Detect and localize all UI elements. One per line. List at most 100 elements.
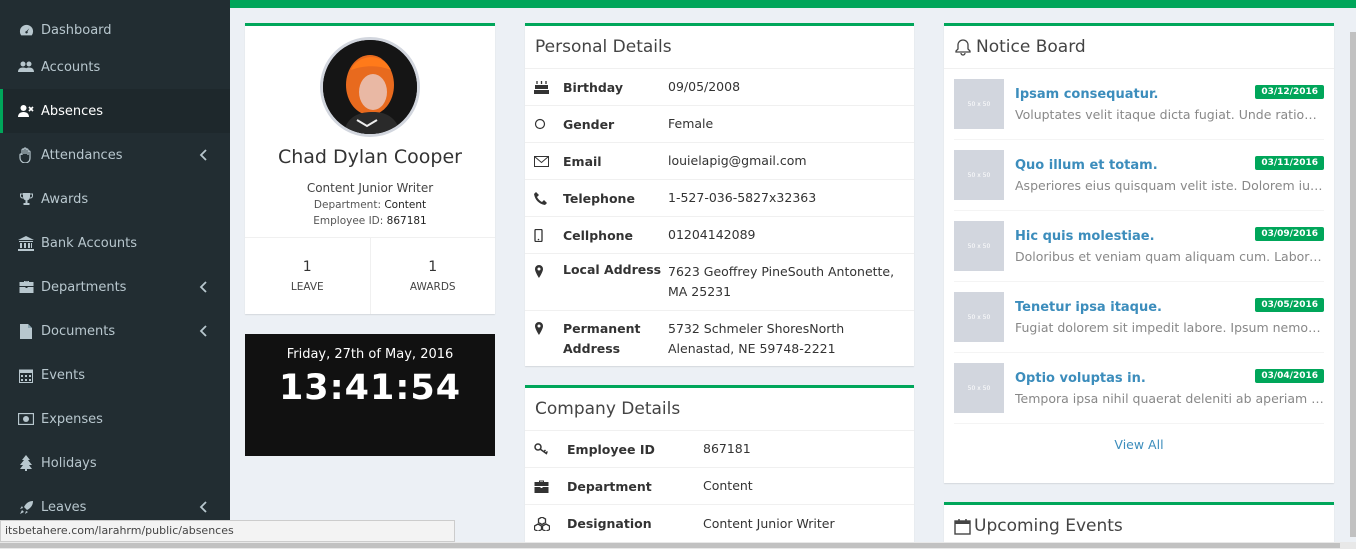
sidebar-item-dashboard[interactable]: Dashboard — [0, 15, 230, 45]
map-marker-icon — [525, 319, 563, 335]
map-marker-icon — [525, 262, 563, 278]
sidebar-item-expenses[interactable]: Expenses — [0, 397, 230, 441]
detail-row-local-address: Local Address 7623 Geoffrey PineSouth An… — [525, 254, 914, 311]
personal-details-title: Personal Details — [525, 26, 914, 69]
sidebar: Dashboard Accounts Absences Attendances … — [0, 0, 230, 549]
rocket-icon — [18, 499, 34, 515]
sidebar-item-holidays[interactable]: Holidays — [0, 441, 230, 485]
notice-board-title: Notice Board — [976, 37, 1086, 57]
detail-row-telephone: Telephone 1-527-036-5827x32363 — [525, 180, 914, 217]
sidebar-item-documents[interactable]: Documents — [0, 309, 230, 353]
notice-item[interactable]: 50 x 50 Quo illum et totam. Asperiores e… — [954, 140, 1324, 211]
money-icon — [18, 411, 34, 427]
detail-row-department: Department Content — [525, 468, 914, 505]
calendar-icon — [954, 518, 971, 535]
scrollbar-thumb[interactable] — [0, 543, 1340, 548]
stat-label: LEAVE — [290, 281, 324, 293]
profile-stats: 1 LEAVE 1 AWARDS — [245, 237, 495, 314]
notice-item[interactable]: 50 x 50 Hic quis molestiae. Doloribus et… — [954, 211, 1324, 282]
notice-board-card: Notice Board 50 x 50 Ipsam consequatur. … — [944, 23, 1334, 483]
detail-value: Content Junior Writer — [703, 515, 835, 531]
sidebar-item-label: Dashboard — [41, 22, 112, 38]
detail-label: Permanent Address — [563, 321, 641, 356]
bank-icon — [18, 235, 34, 251]
calendar-icon — [18, 367, 34, 383]
sidebar-item-events[interactable]: Events — [0, 353, 230, 397]
detail-value: 5732 Schmeler ShoresNorth Alenastad, NE … — [668, 321, 845, 356]
personal-details-card: Personal Details Birthday 09/05/2008 Gen… — [525, 23, 914, 366]
notice-thumbnail: 50 x 50 — [954, 79, 1004, 129]
notice-description: Tempora ipsa nihil quaerat deleniti ab a… — [1015, 390, 1324, 406]
birthday-cake-icon — [525, 80, 563, 94]
briefcase-icon — [525, 480, 563, 493]
notice-thumbnail: 50 x 50 — [954, 221, 1004, 271]
detail-row-permanent-address: Permanent Address 5732 Schmeler ShoresNo… — [525, 311, 914, 368]
department-label: Department: — [313, 199, 381, 211]
cubes-icon — [525, 516, 563, 531]
profile-name: Chad Dylan Cooper — [277, 146, 462, 168]
dashboard-icon — [18, 22, 34, 38]
tree-icon — [18, 455, 34, 471]
profile-card: Chad Dylan Cooper Content Junior Writer … — [245, 23, 495, 314]
sidebar-item-absences[interactable]: Absences — [0, 89, 230, 133]
sidebar-item-label: Events — [41, 367, 86, 383]
envelope-icon — [525, 155, 563, 167]
vertical-scrollbar[interactable] — [1350, 32, 1356, 537]
detail-label: Telephone — [563, 190, 635, 206]
notice-date-badge: 03/11/2016 — [1255, 156, 1324, 170]
top-accent-bar — [230, 0, 1356, 8]
profile-employee-id: Employee ID: 867181 — [245, 215, 495, 227]
horizontal-scrollbar[interactable] — [0, 542, 1356, 549]
notice-item[interactable]: 50 x 50 Tenetur ipsa itaque. Fugiat dolo… — [954, 282, 1324, 353]
chevron-left-icon — [199, 281, 207, 293]
notice-board-header: Notice Board — [944, 26, 1334, 69]
stat-leave[interactable]: 1 LEAVE — [245, 238, 370, 314]
detail-row-email: Email louielapig@gmail.com — [525, 143, 914, 180]
sidebar-item-label: Awards — [41, 191, 89, 207]
sidebar-item-attendances[interactable]: Attendances — [0, 133, 230, 177]
sidebar-item-departments[interactable]: Departments — [0, 265, 230, 309]
sidebar-item-awards[interactable]: Awards — [0, 177, 230, 221]
users-icon — [18, 59, 34, 75]
phone-icon — [525, 191, 563, 205]
hand-icon — [18, 147, 34, 163]
stat-awards[interactable]: 1 AWARDS — [369, 238, 496, 314]
trophy-icon — [18, 191, 34, 207]
sidebar-item-accounts[interactable]: Accounts — [0, 45, 230, 89]
notice-date-badge: 03/04/2016 — [1255, 369, 1324, 383]
notice-date-badge: 03/12/2016 — [1255, 85, 1324, 99]
profile-role: Content Junior Writer — [306, 181, 434, 195]
circle-icon — [525, 118, 563, 130]
detail-row-birthday: Birthday 09/05/2008 — [525, 69, 914, 106]
clock-date: Friday, 27th of May, 2016 — [286, 347, 454, 362]
sidebar-item-label: Expenses — [41, 411, 103, 427]
detail-row-designation: Designation Content Junior Writer — [525, 505, 914, 542]
detail-row-employee-id: Employee ID 867181 — [525, 431, 914, 468]
notice-description: Asperiores eius quisquam velit iste. Dol… — [1015, 177, 1324, 193]
detail-value: Female — [668, 116, 714, 131]
detail-value: 7623 Geoffrey PineSouth Antonette, MA 25… — [668, 264, 895, 299]
file-icon — [18, 323, 34, 339]
notice-thumbnail: 50 x 50 — [954, 292, 1004, 342]
view-all-link[interactable]: View All — [944, 424, 1334, 452]
detail-label: Gender — [563, 116, 615, 132]
company-details-title: Company Details — [525, 388, 914, 431]
chevron-left-icon — [199, 501, 207, 513]
notice-item[interactable]: 50 x 50 Ipsam consequatur. Voluptates ve… — [954, 69, 1324, 140]
detail-value: Content — [703, 478, 753, 493]
clock-time: 13:41:54 — [278, 368, 462, 408]
sidebar-item-bank-accounts[interactable]: Bank Accounts — [0, 221, 230, 265]
stat-label: AWARDS — [409, 281, 456, 293]
sidebar-item-label: Holidays — [41, 455, 97, 471]
user-times-icon — [18, 103, 34, 119]
notice-item[interactable]: 50 x 50 Optio voluptas in. Tempora ipsa … — [954, 353, 1324, 424]
detail-value[interactable]: louielapig@gmail.com — [668, 151, 914, 171]
notice-date-badge: 03/09/2016 — [1255, 227, 1324, 241]
detail-value: 09/05/2008 — [668, 79, 741, 94]
sidebar-item-label: Bank Accounts — [41, 235, 138, 251]
key-icon — [525, 443, 563, 455]
department-value: Content — [384, 199, 427, 211]
briefcase-icon — [18, 279, 34, 295]
notice-thumbnail: 50 x 50 — [954, 363, 1004, 413]
profile-department: Department: Content — [245, 199, 495, 211]
